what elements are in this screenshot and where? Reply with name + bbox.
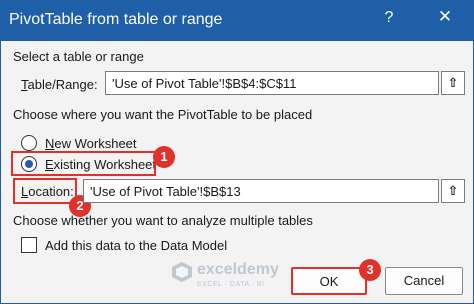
data-model-checkbox[interactable] — [21, 237, 37, 253]
ok-button[interactable]: OK — [291, 267, 367, 295]
step-1-badge: 1 — [153, 146, 175, 168]
placement-heading: Choose where you want the PivotTable to … — [13, 107, 313, 122]
new-worksheet-rest: ew Worksheet — [54, 136, 137, 151]
location-rest: ocation: — [28, 184, 74, 199]
existing-worksheet-accel: E — [45, 157, 54, 172]
location-field[interactable] — [83, 179, 439, 203]
location-collapse-icon[interactable]: ⇧ — [441, 179, 465, 203]
multiple-tables-heading: Choose whether you want to analyze multi… — [13, 213, 313, 228]
new-worksheet-radio[interactable] — [21, 135, 37, 151]
table-range-input[interactable] — [106, 72, 438, 94]
watermark-tagline: EXCEL · DATA · BI — [197, 281, 265, 288]
cancel-button[interactable]: Cancel — [385, 267, 463, 295]
table-range-label: Table/Range: — [21, 77, 98, 92]
table-range-field[interactable] — [105, 71, 439, 95]
watermark-name: exceldemy — [197, 261, 279, 278]
exceldemy-logo-icon — [172, 262, 192, 282]
select-range-heading: Select a table or range — [13, 49, 144, 64]
location-input[interactable] — [84, 180, 438, 202]
existing-worksheet-rest: xisting Worksheet — [53, 157, 157, 172]
close-icon[interactable]: ✕ — [433, 7, 457, 31]
table-range-label-rest: able/Range: — [27, 77, 98, 92]
dialog-title: PivotTable from table or range — [9, 11, 223, 28]
new-worksheet-accel: N — [45, 136, 55, 151]
data-model-label: Add this data to the Data Model — [45, 238, 228, 253]
title-bar: PivotTable from table or range ? ✕ — [1, 1, 473, 41]
step-3-badge: 3 — [359, 259, 381, 281]
help-icon[interactable]: ? — [379, 9, 399, 31]
table-range-collapse-icon[interactable]: ⇧ — [441, 71, 465, 95]
pivottable-dialog: PivotTable from table or range ? ✕ Selec… — [0, 0, 474, 304]
existing-worksheet-label: Existing Worksheet — [45, 157, 156, 172]
new-worksheet-label: New Worksheet — [45, 136, 137, 151]
existing-worksheet-radio[interactable] — [21, 156, 37, 172]
location-label: Location: — [21, 184, 74, 199]
